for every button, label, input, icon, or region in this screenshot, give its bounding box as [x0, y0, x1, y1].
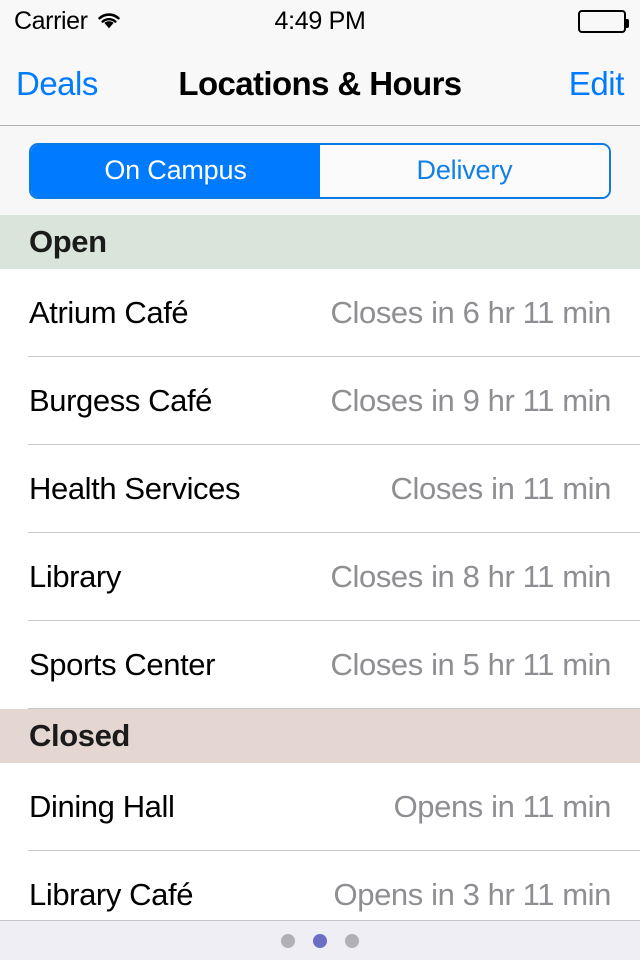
location-status: Closes in 9 hr 11 min	[330, 383, 612, 418]
location-status: Opens in 11 min	[393, 789, 612, 824]
locations-list[interactable]: Open Atrium Café Closes in 6 hr 11 min B…	[0, 215, 640, 920]
location-name: Library Café	[29, 877, 194, 912]
segmented-control-container: On Campus Delivery	[0, 126, 640, 215]
location-status: Closes in 5 hr 11 min	[330, 647, 612, 682]
table-row[interactable]: Library Closes in 8 hr 11 min	[0, 533, 640, 621]
table-row[interactable]: Atrium Café Closes in 6 hr 11 min	[0, 269, 640, 357]
carrier-label: Carrier	[14, 6, 88, 35]
status-bar-right	[578, 9, 629, 33]
location-name: Atrium Café	[29, 295, 189, 330]
segment-delivery[interactable]: Delivery	[320, 144, 609, 197]
page-dot-3[interactable]	[345, 933, 359, 948]
segmented-control[interactable]: On Campus Delivery	[29, 142, 611, 199]
table-row[interactable]: Dining Hall Opens in 11 min	[0, 763, 640, 851]
location-name: Library	[29, 559, 121, 594]
edit-button[interactable]: Edit	[569, 67, 625, 100]
location-name: Sports Center	[29, 647, 216, 682]
status-bar-left: Carrier	[14, 6, 122, 35]
table-row[interactable]: Sports Center Closes in 5 hr 11 min	[0, 621, 640, 709]
location-status: Closes in 11 min	[390, 471, 612, 506]
location-status: Closes in 6 hr 11 min	[330, 295, 612, 330]
battery-nub	[626, 18, 629, 28]
back-button-deals[interactable]: Deals	[16, 67, 98, 100]
location-name: Health Services	[29, 471, 241, 506]
location-name: Burgess Café	[29, 383, 213, 418]
status-bar: Carrier 4:49 PM	[0, 0, 640, 42]
location-status: Closes in 8 hr 11 min	[330, 559, 612, 594]
table-row[interactable]: Library Café Opens in 3 hr 11 min	[0, 851, 640, 920]
table-row[interactable]: Health Services Closes in 11 min	[0, 445, 640, 533]
page-dot-1[interactable]	[281, 933, 295, 948]
app-screen: Carrier 4:49 PM Deals Locations & Hours …	[0, 0, 640, 960]
page-dot-2-active[interactable]	[313, 933, 327, 948]
navigation-bar: Deals Locations & Hours Edit	[0, 42, 640, 126]
page-control[interactable]	[0, 920, 640, 960]
location-name: Dining Hall	[29, 789, 175, 824]
location-status: Opens in 3 hr 11 min	[333, 877, 612, 912]
section-header-open: Open	[0, 215, 640, 269]
table-row[interactable]: Burgess Café Closes in 9 hr 11 min	[0, 357, 640, 445]
section-header-closed: Closed	[0, 709, 640, 763]
segment-on-campus[interactable]: On Campus	[31, 144, 320, 197]
battery-icon	[578, 9, 629, 33]
wifi-icon	[96, 11, 122, 31]
